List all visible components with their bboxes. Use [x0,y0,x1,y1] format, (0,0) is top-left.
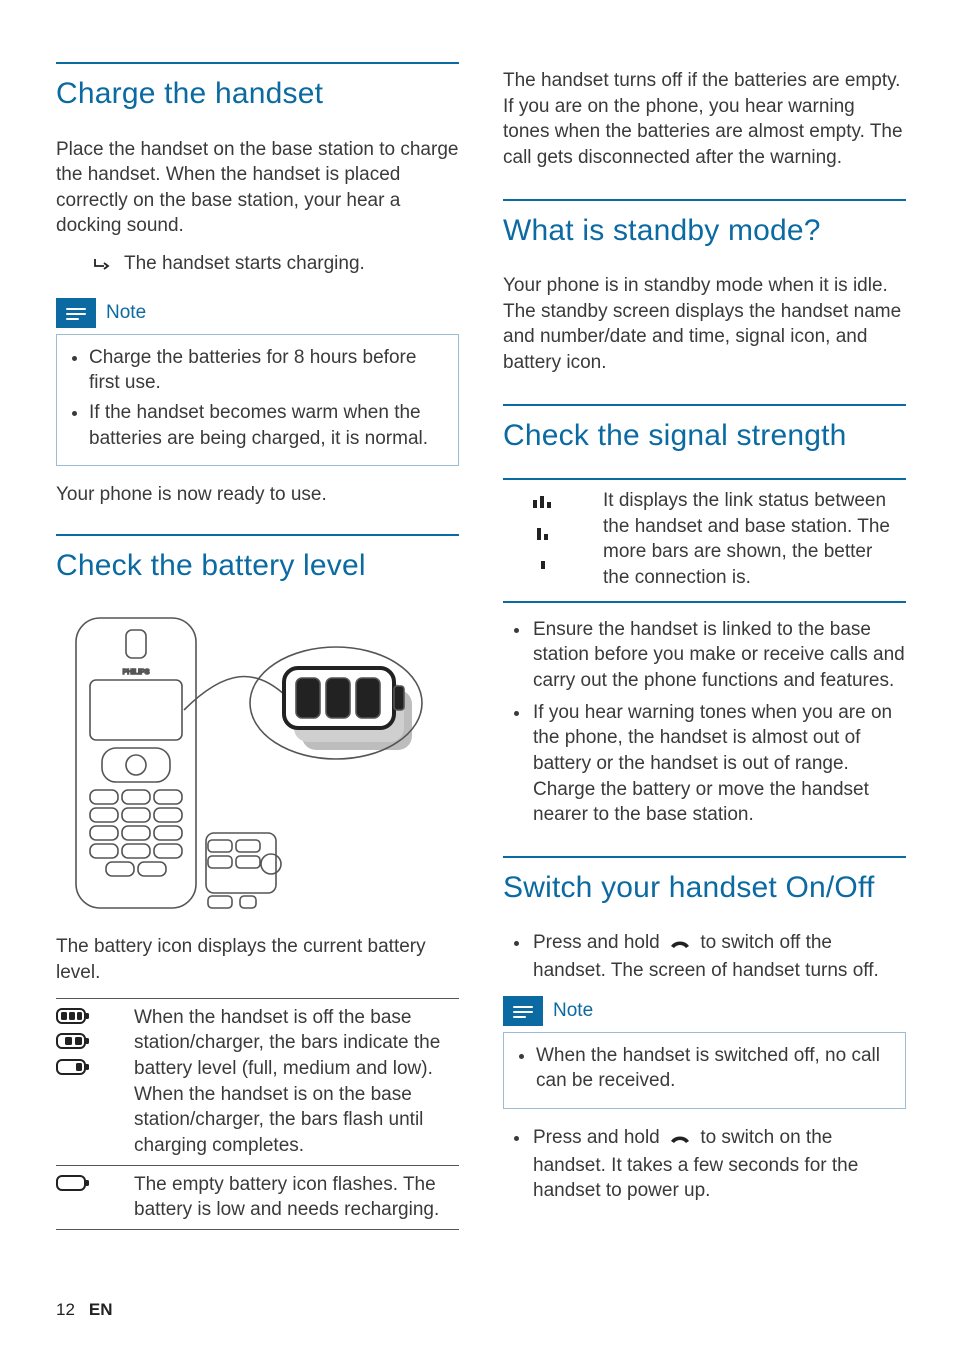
note-item: When the handset is switched off, no cal… [536,1043,893,1094]
arrow-right-icon [94,254,110,280]
text: Press and hold [533,932,665,953]
paragraph: Place the handset on the base station to… [56,137,459,240]
page-number: 12 [56,1299,75,1322]
battery-empty-icon-cell [56,1165,134,1229]
list-item: Press and hold to switch off the handset… [531,930,906,983]
battery-full-icon [56,1007,92,1033]
note-box: Note When the handset is switched off, n… [503,996,906,1109]
heading-standby: What is standby mode? [503,199,906,256]
note-icon [56,298,96,328]
list-item: Ensure the handset is linked to the base… [531,617,906,694]
battery-icons-cell [56,998,134,1165]
battery-low-icon [56,1058,92,1084]
table-row: The empty battery icon flashes. The batt… [56,1165,459,1229]
signal-2-icon [531,522,555,548]
heading-switch-onoff: Switch your handset On/Off [503,856,906,913]
note-box: Note Charge the batteries for 8 hours be… [56,298,459,467]
hangup-icon [669,932,691,958]
page-footer: 12 EN [56,1299,113,1322]
heading-signal: Check the signal strength [503,404,906,461]
paragraph: The battery icon displays the current ba… [56,934,459,985]
heading-charge-handset: Charge the handset [56,62,459,119]
right-column: The handset turns off if the batteries a… [503,62,906,1244]
result-line: The handset starts charging. [56,251,459,280]
svg-text:PHILIPS: PHILIPS [123,669,150,676]
battery-medium-icon [56,1032,92,1058]
signal-icons [507,488,579,591]
list-item: If you hear warning tones when you are o… [531,700,906,828]
battery-empty-icon [56,1174,92,1200]
hangup-icon [669,1127,691,1153]
note-title: Note [106,300,146,326]
table-row: When the handset is off the base station… [56,998,459,1165]
left-column: Charge the handset Place the handset on … [56,62,459,1244]
switch-off-list: Press and hold to switch off the handset… [503,930,906,983]
list-item: Press and hold to switch on the handset.… [531,1125,906,1204]
signal-info-row: It displays the link status between the … [503,478,906,603]
heading-check-battery: Check the battery level [56,534,459,591]
switch-on-list: Press and hold to switch on the handset.… [503,1125,906,1204]
note-item: Charge the batteries for 8 hours before … [89,345,446,396]
paragraph: Your phone is now ready to use. [56,482,459,508]
note-item: If the handset becomes warm when the bat… [89,400,446,451]
signal-description: It displays the link status between the … [603,488,902,591]
handset-illustration: PHILIPS [56,608,459,918]
note-title: Note [553,998,593,1024]
battery-desc: The empty battery icon flashes. The batt… [134,1165,459,1229]
signal-3-icon [531,490,555,516]
result-text: The handset starts charging. [124,251,365,280]
page-language: EN [89,1299,113,1322]
note-icon [503,996,543,1026]
paragraph: The handset turns off if the batteries a… [503,68,906,171]
battery-desc: When the handset is off the base station… [134,998,459,1165]
text: Press and hold [533,1127,665,1148]
signal-bullet-list: Ensure the handset is linked to the base… [503,617,906,828]
battery-level-table: When the handset is off the base station… [56,998,459,1230]
signal-1-icon [531,553,555,579]
paragraph: Your phone is in standby mode when it is… [503,273,906,376]
